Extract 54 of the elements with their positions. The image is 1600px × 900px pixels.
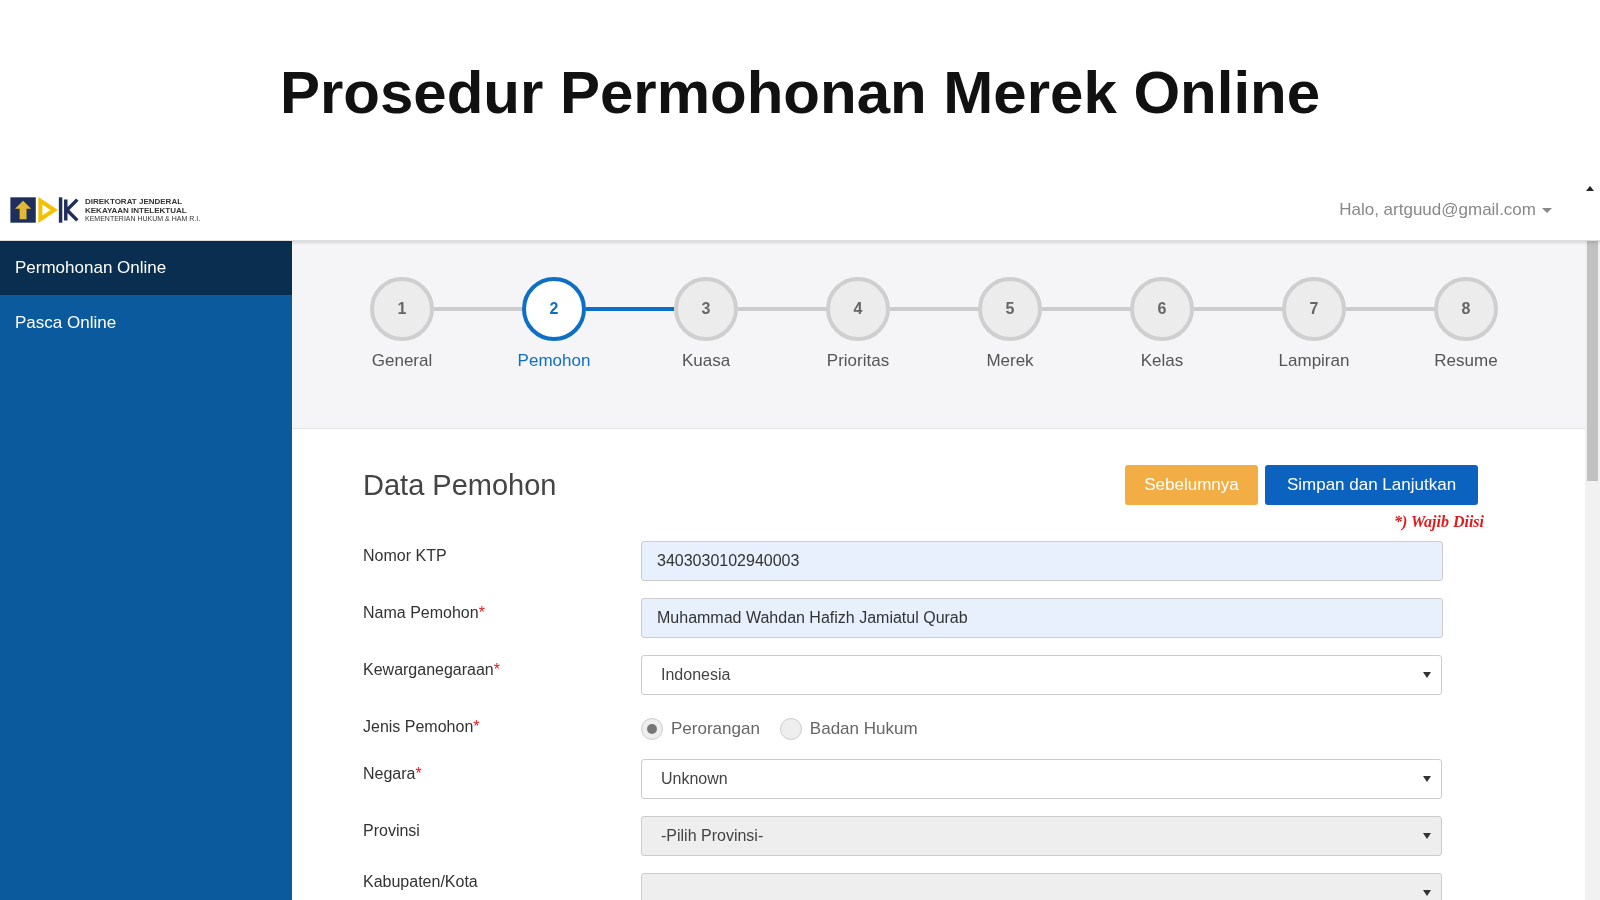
step-circle[interactable]: 4 bbox=[826, 277, 890, 341]
field-label: Nomor KTP bbox=[363, 547, 447, 564]
field-label: Kabupaten/Kota bbox=[363, 873, 478, 890]
user-menu[interactable]: Halo, artguud@gmail.com bbox=[1339, 200, 1552, 220]
required-mark: * bbox=[478, 604, 485, 621]
step-label[interactable]: General bbox=[371, 351, 433, 371]
step-circle[interactable]: 6 bbox=[1130, 277, 1194, 341]
emblem-icon bbox=[9, 195, 81, 225]
step-label[interactable]: Kuasa bbox=[681, 351, 731, 371]
required-note: *) Wajib Diisi bbox=[1393, 513, 1484, 533]
select-field[interactable]: Indonesia bbox=[641, 655, 1442, 695]
step-label[interactable]: Kelas bbox=[1140, 351, 1184, 371]
radio-button[interactable] bbox=[779, 718, 802, 740]
step-circle[interactable]: 5 bbox=[978, 277, 1042, 341]
field-label: Kewarganegaraan bbox=[363, 661, 494, 678]
radio-label[interactable]: Badan Hukum bbox=[809, 719, 918, 739]
caret-icon bbox=[1542, 207, 1552, 213]
radio-label[interactable]: Perorangan bbox=[671, 719, 760, 739]
select-field[interactable]: Unknown bbox=[641, 759, 1442, 799]
scrollbar[interactable] bbox=[1585, 241, 1600, 900]
step-circle[interactable]: 2 bbox=[522, 277, 586, 341]
required-mark: * bbox=[473, 718, 480, 735]
dropdown-arrow-icon bbox=[1423, 672, 1431, 678]
scrollbar-thumb[interactable] bbox=[1587, 241, 1598, 481]
radio-button[interactable] bbox=[641, 718, 663, 740]
sidebar-item[interactable]: Permohonan Online bbox=[0, 241, 292, 295]
field-label: Jenis Pemohon bbox=[363, 718, 474, 735]
step-label[interactable]: Merek bbox=[986, 351, 1034, 371]
dropdown-arrow-icon bbox=[1423, 833, 1431, 839]
step-circle[interactable]: 1 bbox=[370, 277, 434, 341]
dropdown-arrow-icon bbox=[1423, 776, 1431, 782]
step-label[interactable]: Prioritas bbox=[826, 351, 890, 371]
slide-title: Prosedur Permohonan Merek Online bbox=[279, 58, 1321, 127]
step-label[interactable]: Lampiran bbox=[1278, 351, 1350, 371]
step-label[interactable]: Resume bbox=[1434, 351, 1498, 371]
input-field[interactable]: 3403030102940003 bbox=[641, 541, 1443, 581]
save-continue-button[interactable]: Simpan dan Lanjutkan bbox=[1265, 465, 1478, 505]
step-circle[interactable]: 8 bbox=[1434, 277, 1498, 341]
step-label[interactable]: Pemohon bbox=[517, 351, 591, 371]
sidebar-item[interactable]: Pasca Online bbox=[0, 295, 292, 351]
input-field[interactable]: Muhammad Wahdan Hafizh Jamiatul Qurab bbox=[641, 598, 1443, 638]
select-field: -Pilih Provinsi- bbox=[641, 816, 1442, 856]
field-label: Nama Pemohon bbox=[363, 604, 479, 621]
required-mark: * bbox=[415, 765, 422, 782]
step-circle[interactable]: 3 bbox=[674, 277, 738, 341]
logo-text: KEKAYAAN INTELEKTUAL bbox=[85, 206, 188, 215]
field-label: Provinsi bbox=[363, 822, 420, 839]
field-label: Negara bbox=[363, 765, 416, 782]
logo-text: DIREKTORAT JENDERAL bbox=[85, 197, 184, 206]
step-circle[interactable]: 7 bbox=[1282, 277, 1346, 341]
required-mark: * bbox=[493, 661, 500, 678]
dropdown-arrow-icon bbox=[1423, 890, 1431, 896]
scroll-up-icon[interactable] bbox=[1586, 186, 1594, 191]
section-title: Data Pemohon bbox=[363, 468, 557, 502]
